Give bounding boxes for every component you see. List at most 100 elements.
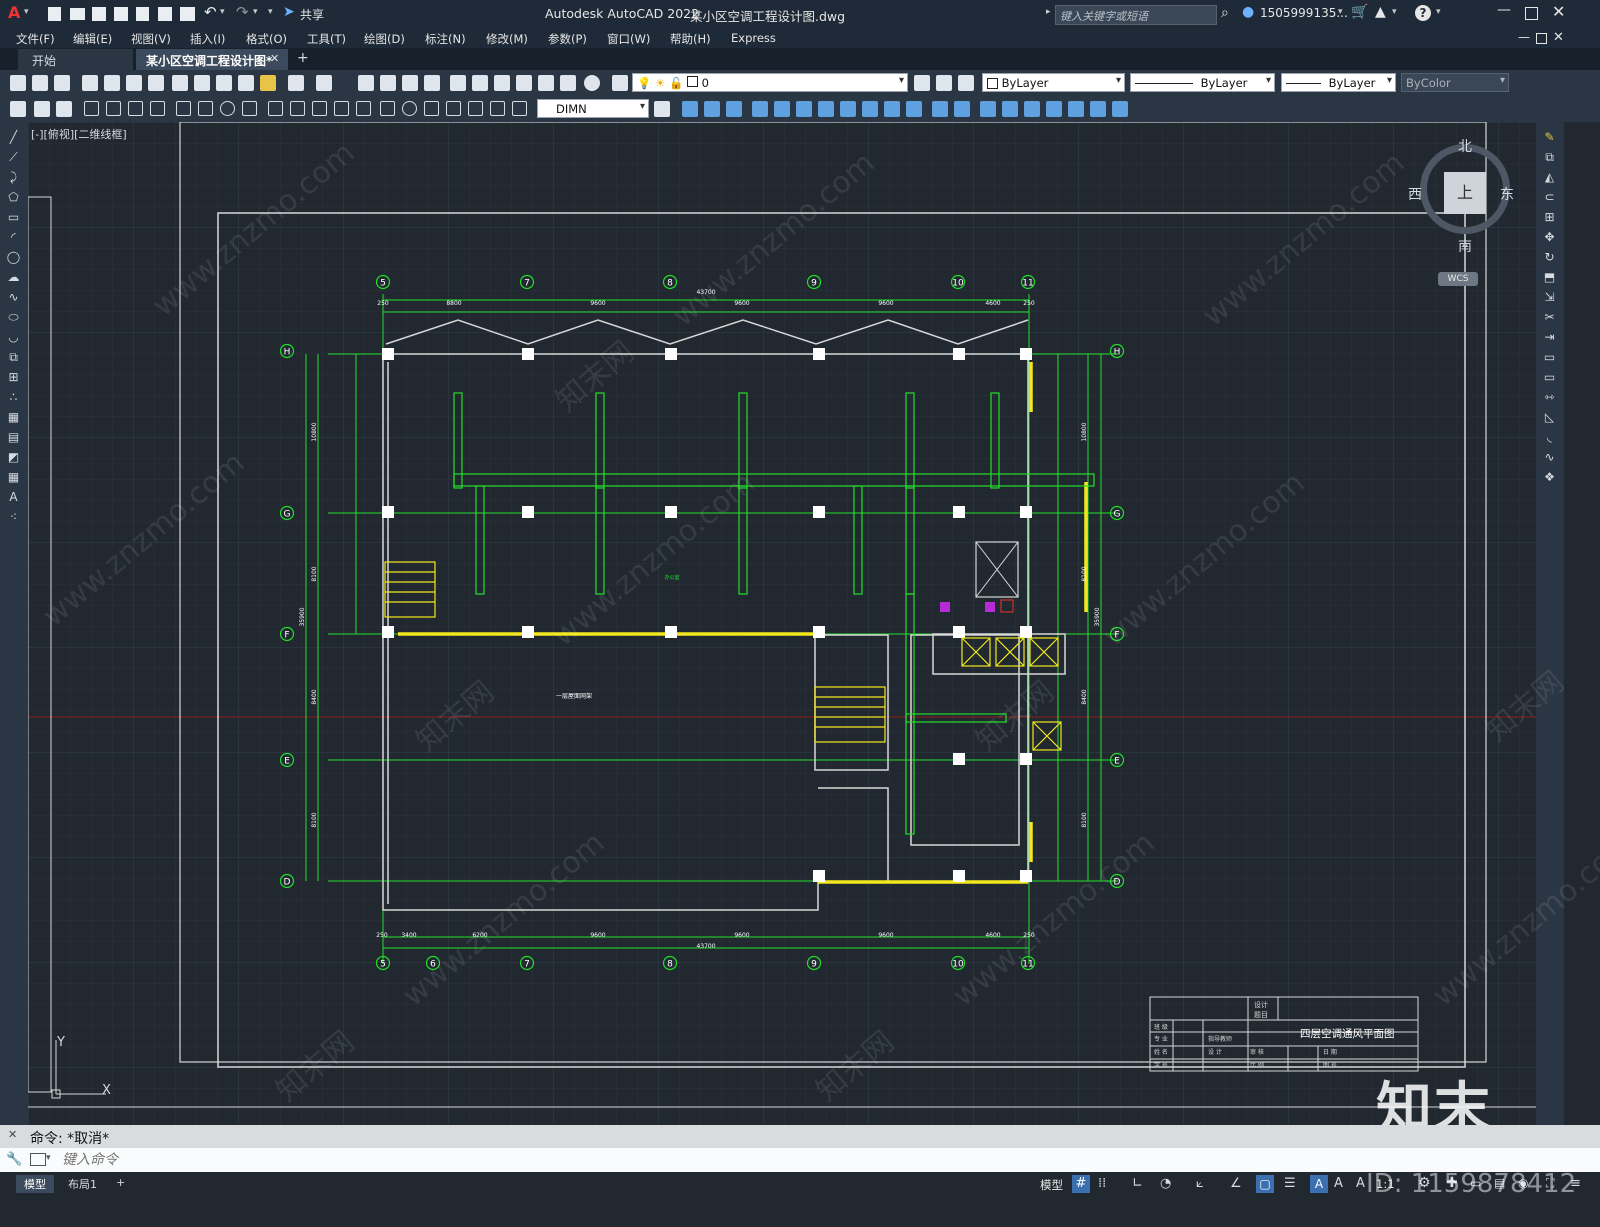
break-icon[interactable]: ▭ [1542,370,1557,385]
copy-object-icon[interactable]: ⧉ [1542,150,1557,165]
maximize-icon[interactable] [1525,7,1538,20]
menu-dimension[interactable]: 标注(N) [425,31,466,47]
tb-jogline-icon[interactable] [446,101,461,116]
tb-3d-extrude-icon[interactable] [862,101,878,117]
tb-3d-cone-icon[interactable] [726,101,742,117]
tb-qleader-icon[interactable] [10,101,26,117]
tb-zoom-realtime-icon[interactable] [380,75,396,91]
tb-table-icon[interactable] [56,101,72,117]
tb-layer-previous-icon[interactable] [936,75,952,91]
tb-3d-sphere-icon[interactable] [752,101,768,117]
tb-qdim-icon[interactable] [268,101,283,116]
menu-modify[interactable]: 修改(M) [486,31,528,47]
tb-3d-box-icon[interactable] [682,101,698,117]
viewcube[interactable]: 上 北 南 西 东 WCS [1408,136,1518,306]
tb-dimtedit-icon[interactable] [490,101,505,116]
redo-icon[interactable]: ↷ [236,3,249,21]
tb-calculator-icon[interactable] [560,75,576,91]
save-icon[interactable] [92,7,106,21]
tb-copy-icon[interactable] [194,75,210,91]
user-icon[interactable]: ● [1242,4,1254,20]
drawing-canvas[interactable]: 5 7 8 9 10 11 5 6 7 8 9 10 11 H H G G F F E E D D 250 8800 9600 9… [28,122,1600,1142]
make-block-icon[interactable]: ⊞ [6,370,21,385]
plot-preview-icon[interactable] [136,7,149,21]
tb-open-icon[interactable] [32,75,48,91]
lineweight-toggle-icon[interactable]: ☰ [1284,1176,1296,1191]
viewcube-south[interactable]: 南 [1458,236,1472,256]
tb-dimspace-icon[interactable] [334,101,349,116]
tb-3d-wedge-icon[interactable] [704,101,720,117]
scale-icon[interactable]: ⬒ [1542,270,1557,285]
doc-restore-icon[interactable] [1536,33,1547,44]
construction-line-icon[interactable]: ⟋ [6,150,21,165]
close-window-icon[interactable]: ✕ [1552,2,1565,21]
tb-mtext-icon[interactable] [34,101,50,117]
table-icon[interactable]: ▦ [6,470,21,485]
cart-icon[interactable]: 🛒 [1351,4,1368,20]
tb-3d-intersect-icon[interactable] [1024,101,1040,117]
menu-file[interactable]: 文件(F) [16,31,55,47]
stretch-icon[interactable]: ⇲ [1542,290,1557,305]
tb-paste-icon[interactable] [216,75,232,91]
undo-icon[interactable]: ↶ [204,3,217,21]
tb-3d-move-icon[interactable] [1090,101,1106,117]
tb-3d-align-icon[interactable] [1112,101,1128,117]
open-file-icon[interactable] [70,8,85,20]
tb-inspection-icon[interactable] [424,101,439,116]
tb-preview-icon[interactable] [104,75,120,91]
tb-dimupdate-icon[interactable] [512,101,527,116]
tb-dimordinate-icon[interactable] [150,101,165,116]
tb-dimdiameter-icon[interactable] [220,101,235,116]
tb-blockeditor-icon[interactable] [260,75,276,91]
viewcube-north[interactable]: 北 [1458,136,1472,156]
region-icon[interactable]: ◩ [6,450,21,465]
tb-matchprop-icon[interactable] [238,75,254,91]
tab-model[interactable]: 模型 [16,1175,54,1193]
object-snap-tracking-icon[interactable]: ∠ [1230,1176,1242,1191]
osnap-toggle-icon[interactable]: ▢ [1256,1175,1274,1193]
spline-icon[interactable]: ∿ [6,290,21,305]
autodesk-app-icon[interactable]: ▲ [1375,4,1386,20]
array-icon[interactable]: ⊞ [1542,210,1557,225]
tab-drawing[interactable]: 某小区空调工程设计图* ✕ [136,49,288,70]
tb-toolpalettes-icon[interactable] [494,75,510,91]
user-name[interactable]: 1505999135... [1260,6,1348,20]
search-expand-icon[interactable]: ▸ [1046,7,1051,17]
viewcube-face-top[interactable]: 上 [1444,172,1486,214]
rectangle-icon[interactable]: ▭ [6,210,21,225]
viewcube-west[interactable]: 西 [1408,184,1422,204]
command-input[interactable] [60,1150,1514,1170]
tb-tolerance-icon[interactable] [380,101,395,116]
line-icon[interactable]: ╱ [6,130,21,145]
tb-redo-icon[interactable] [316,75,332,91]
help-dropdown-icon[interactable]: ▾ [1436,7,1441,17]
circle-icon[interactable]: ◯ [6,250,21,265]
annotation-scale-icon[interactable]: A [1310,1175,1328,1193]
insert-block-icon[interactable]: ⧉ [6,350,21,365]
polar-toggle-icon[interactable]: ◔ [1160,1176,1171,1191]
tb-dimbreak-icon[interactable] [356,101,371,116]
erase-icon[interactable]: ✎ [1542,130,1557,145]
tb-zoom-previous-icon[interactable] [424,75,440,91]
doc-close-icon[interactable]: ✕ [1553,30,1564,45]
ortho-toggle-icon[interactable]: ∟ [1132,1176,1143,1191]
tab-start[interactable]: 开始 [18,49,133,70]
rotate-icon[interactable]: ↻ [1542,250,1557,265]
tb-publish-icon[interactable] [126,75,142,91]
linetype-dropdown[interactable]: ByLayer ▾ [1130,73,1275,92]
autodesk-dropdown-icon[interactable]: ▾ [1392,7,1397,17]
offset-icon[interactable]: ⊂ [1542,190,1557,205]
tb-dimaligned-icon[interactable] [106,101,121,116]
search-box[interactable]: 键入关键字或短语 [1055,5,1217,25]
trim-icon[interactable]: ✂ [1542,310,1557,325]
viewport-controls[interactable]: [-][俯视][二维线框] [31,126,127,142]
undo-dropdown-icon[interactable]: ▾ [220,7,225,17]
join-icon[interactable]: ⇿ [1542,390,1557,405]
menu-tools[interactable]: 工具(T) [307,31,346,47]
tb-make-current-icon[interactable] [914,75,930,91]
viewcube-east[interactable]: 东 [1500,184,1514,204]
tb-3d-presspull-icon[interactable] [884,101,900,117]
menu-draw[interactable]: 绘图(D) [364,31,405,47]
menu-insert[interactable]: 插入(I) [190,31,225,47]
gradient-icon[interactable]: ▤ [6,430,21,445]
